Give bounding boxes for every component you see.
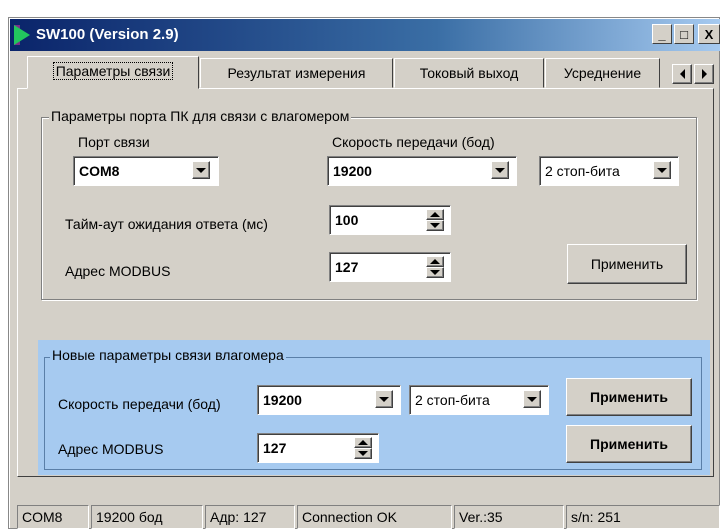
apply-new-address-button[interactable]: Применить bbox=[566, 425, 692, 463]
tab-scroll-left-button[interactable] bbox=[672, 64, 692, 84]
speed-value: 19200 bbox=[333, 163, 372, 179]
new-params-group-legend: Новые параметры связи влагомера bbox=[50, 347, 286, 363]
address-increment-button[interactable] bbox=[426, 256, 444, 267]
stopbits-combobox[interactable]: 2 стоп-бита bbox=[539, 156, 679, 186]
chevron-down-icon bbox=[379, 396, 389, 402]
timeout-value: 100 bbox=[335, 212, 359, 228]
status-serial: s/n: 251 bbox=[566, 505, 720, 529]
port-combobox[interactable]: COM8 bbox=[73, 156, 219, 186]
new-speed-value: 19200 bbox=[263, 392, 302, 408]
new-speed-dropdown-button[interactable] bbox=[375, 390, 393, 408]
arrow-right-icon bbox=[701, 69, 707, 79]
port-value: COM8 bbox=[79, 163, 120, 179]
stopbits-value: 2 стоп-бита bbox=[545, 163, 620, 179]
app-play-icon bbox=[14, 25, 30, 45]
chevron-down-icon bbox=[430, 223, 440, 228]
maximize-icon: □ bbox=[680, 26, 688, 42]
new-stopbits-combobox[interactable]: 2 стоп-бита bbox=[409, 385, 549, 415]
chevron-down-icon bbox=[527, 396, 537, 402]
close-button[interactable]: X bbox=[698, 24, 720, 44]
status-address: Адр: 127 bbox=[205, 505, 295, 529]
new-speed-label: Скорость передачи (бод) bbox=[58, 396, 221, 412]
address-spinbox[interactable]: 127 bbox=[329, 252, 451, 282]
speed-label: Скорость передачи (бод) bbox=[332, 134, 495, 150]
pc-port-group-legend: Параметры порта ПК для связи с влагомеро… bbox=[49, 108, 352, 124]
status-connection: Connection OK bbox=[297, 505, 452, 529]
stopbits-dropdown-button[interactable] bbox=[653, 161, 671, 179]
chevron-down-icon bbox=[657, 167, 667, 173]
chevron-down-icon bbox=[430, 270, 440, 275]
speed-dropdown-button[interactable] bbox=[491, 161, 509, 179]
chevron-up-icon bbox=[358, 440, 368, 445]
address-value: 127 bbox=[335, 259, 359, 275]
chevron-up-icon bbox=[430, 259, 440, 264]
new-stopbits-value: 2 стоп-бита bbox=[415, 392, 490, 408]
tab-connection-params[interactable]: Параметры связи bbox=[27, 56, 199, 89]
chevron-up-icon bbox=[430, 212, 440, 217]
status-port: COM8 bbox=[17, 505, 89, 529]
tab-measurement-result[interactable]: Результат измерения bbox=[200, 58, 393, 88]
status-speed: 19200 бод bbox=[91, 505, 203, 529]
window-title: SW100 (Version 2.9) bbox=[36, 26, 179, 43]
new-address-decrement-button[interactable] bbox=[354, 448, 372, 459]
tab-label: Токовый выход bbox=[419, 65, 519, 81]
tab-label: Параметры связи bbox=[52, 62, 174, 80]
new-stopbits-dropdown-button[interactable] bbox=[523, 390, 541, 408]
timeout-increment-button[interactable] bbox=[426, 209, 444, 220]
minimize-button[interactable]: _ bbox=[652, 24, 672, 44]
timeout-decrement-button[interactable] bbox=[426, 220, 444, 231]
speed-combobox[interactable]: 19200 bbox=[327, 156, 517, 186]
address-decrement-button[interactable] bbox=[426, 267, 444, 278]
tab-scroll-right-button[interactable] bbox=[694, 64, 714, 84]
tab-averaging[interactable]: Усреднение bbox=[545, 58, 660, 88]
new-address-spinbox[interactable]: 127 bbox=[257, 433, 379, 463]
chevron-down-icon bbox=[358, 451, 368, 456]
chevron-down-icon bbox=[495, 167, 505, 173]
new-address-increment-button[interactable] bbox=[354, 437, 372, 448]
tab-label: Результат измерения bbox=[227, 65, 366, 81]
new-address-label: Адрес MODBUS bbox=[58, 441, 164, 457]
timeout-spinbox[interactable]: 100 bbox=[329, 205, 451, 235]
new-address-value: 127 bbox=[263, 440, 287, 456]
port-label: Порт связи bbox=[78, 134, 150, 150]
tab-label: Усреднение bbox=[563, 65, 642, 81]
status-version: Ver.:35 bbox=[454, 505, 564, 529]
arrow-left-icon bbox=[679, 69, 685, 79]
address-label: Адрес MODBUS bbox=[65, 263, 171, 279]
maximize-button[interactable]: □ bbox=[674, 24, 694, 44]
apply-pc-port-button[interactable]: Применить bbox=[567, 244, 687, 284]
close-icon: X bbox=[704, 26, 714, 42]
port-dropdown-button[interactable] bbox=[192, 161, 210, 179]
tab-current-output[interactable]: Токовый выход bbox=[394, 58, 544, 88]
chevron-down-icon bbox=[196, 167, 206, 173]
minimize-icon: _ bbox=[658, 26, 666, 42]
apply-new-speed-button[interactable]: Применить bbox=[566, 378, 692, 416]
new-speed-combobox[interactable]: 19200 bbox=[257, 385, 401, 415]
timeout-label: Тайм-аут ожидания ответа (мс) bbox=[65, 216, 268, 232]
